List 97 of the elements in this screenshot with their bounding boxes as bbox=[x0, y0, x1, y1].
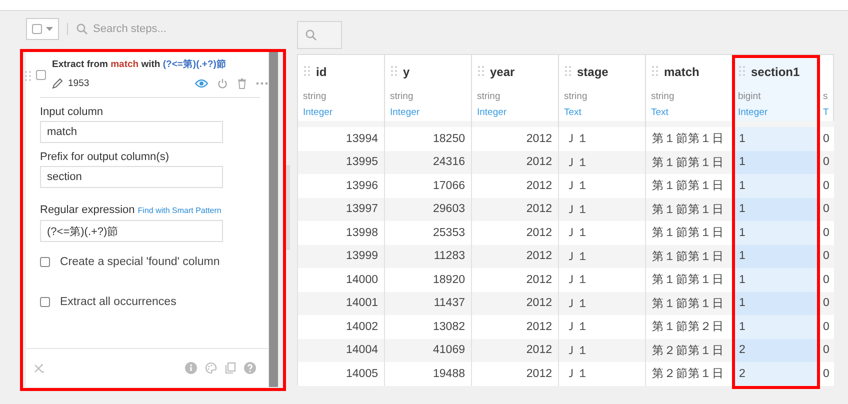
table-cell: 18250 bbox=[384, 127, 472, 150]
field-label: Regular expression bbox=[40, 204, 135, 216]
table-cell: 2 bbox=[732, 362, 820, 386]
table-cell: Ｊ１ bbox=[558, 268, 646, 292]
column-header[interactable]: y bbox=[403, 65, 410, 79]
table-cell: 0 bbox=[820, 362, 834, 386]
table-cell: 25353 bbox=[384, 221, 472, 244]
table-cell: 41069 bbox=[384, 338, 472, 362]
table-cell: 19488 bbox=[384, 362, 472, 386]
table-cell: 第１節第１日 bbox=[646, 268, 732, 292]
text-field[interactable]: section bbox=[40, 166, 223, 188]
table-cell: 1 bbox=[732, 150, 820, 174]
table-cell: Ｊ１ bbox=[558, 362, 646, 386]
table-cell: 14001 bbox=[298, 292, 384, 315]
table-cell: 2012 bbox=[472, 127, 558, 150]
table-cell: 24316 bbox=[384, 150, 472, 174]
storage-type: string bbox=[390, 91, 414, 102]
table-cell: 13994 bbox=[298, 127, 384, 150]
table-cell: 18920 bbox=[384, 268, 472, 292]
table-cell: Ｊ１ bbox=[558, 198, 646, 221]
table-cell: 1 bbox=[732, 244, 820, 268]
table-cell: 第１節第１日 bbox=[646, 174, 732, 198]
table-cell: 1 bbox=[732, 268, 820, 292]
table-cell: 13996 bbox=[298, 174, 384, 198]
column-header[interactable]: id bbox=[316, 65, 327, 79]
checkbox-label: Extract all occurrences bbox=[60, 296, 176, 308]
table-cell: 11283 bbox=[384, 244, 472, 268]
table-cell: 第１節第１日 bbox=[646, 292, 732, 315]
storage-type: s bbox=[823, 91, 829, 102]
table-cell: Ｊ１ bbox=[558, 315, 646, 338]
table-cell: 1 bbox=[732, 221, 820, 244]
table-cell: 0 bbox=[820, 315, 834, 338]
table-cell: 第１節第１日 bbox=[646, 221, 732, 244]
field-label: Prefix for output column(s) bbox=[40, 151, 169, 163]
table-cell: 13995 bbox=[298, 150, 384, 174]
table-cell: 13082 bbox=[384, 315, 472, 338]
table-cell: 1 bbox=[732, 292, 820, 315]
table-cell: 第２節第１日 bbox=[646, 362, 732, 386]
table-cell: Ｊ１ bbox=[558, 174, 646, 198]
table-cell: 1 bbox=[732, 198, 820, 221]
search-steps-field[interactable]: Search steps... bbox=[76, 23, 243, 35]
table-cell: 13998 bbox=[298, 221, 384, 244]
table-cell: 2012 bbox=[472, 150, 558, 174]
storage-type: bigint bbox=[738, 91, 762, 102]
table-cell: Ｊ１ bbox=[558, 150, 646, 174]
table-cell: 1 bbox=[732, 315, 820, 338]
table-cell: 14000 bbox=[298, 268, 384, 292]
text-field[interactable]: match bbox=[40, 121, 223, 143]
table-cell: 2012 bbox=[472, 244, 558, 268]
field-label: Input column bbox=[40, 106, 103, 118]
table-cell: Ｊ１ bbox=[558, 127, 646, 150]
storage-type: string bbox=[564, 91, 588, 102]
table-cell: 1 bbox=[732, 127, 820, 150]
table-cell: 2012 bbox=[472, 362, 558, 386]
table-cell: 0 bbox=[820, 127, 834, 150]
table-cell: 14004 bbox=[298, 338, 384, 362]
storage-type: string bbox=[303, 91, 328, 102]
storage-type: string bbox=[651, 91, 676, 102]
table-cell: Ｊ１ bbox=[558, 292, 646, 315]
column-header[interactable]: year bbox=[490, 65, 515, 79]
table-cell: 2012 bbox=[472, 292, 558, 315]
table-cell: 29603 bbox=[384, 198, 472, 221]
table-cell: Ｊ１ bbox=[558, 338, 646, 362]
table-cell: 第１節第１日 bbox=[646, 244, 732, 268]
table-cell: 第１節第２日 bbox=[646, 315, 732, 338]
table-cell: 13999 bbox=[298, 244, 384, 268]
table-cell: Ｊ１ bbox=[558, 244, 646, 268]
table-cell: 0 bbox=[820, 221, 834, 244]
table-cell: 14002 bbox=[298, 315, 384, 338]
table-cell: 2012 bbox=[472, 174, 558, 198]
table-cell: 第１節第１日 bbox=[646, 198, 732, 221]
table-cell: 第１節第１日 bbox=[646, 150, 732, 174]
checkbox-label: Create a special 'found' column bbox=[60, 256, 220, 268]
step-comment: 1953 bbox=[68, 78, 90, 89]
table-cell: 0 bbox=[820, 268, 834, 292]
table-cell: 11437 bbox=[384, 292, 472, 315]
table-cell: 2012 bbox=[472, 221, 558, 244]
column-header[interactable]: section1 bbox=[751, 65, 800, 79]
table-cell: 2012 bbox=[472, 338, 558, 362]
table-cell: 13997 bbox=[298, 198, 384, 221]
table-cell: 1 bbox=[732, 174, 820, 198]
table-cell: 2012 bbox=[472, 268, 558, 292]
table-cell: 第１節第１日 bbox=[646, 127, 732, 150]
column-header[interactable]: stage bbox=[577, 65, 608, 79]
column-header[interactable]: match bbox=[664, 65, 700, 79]
table-cell: 2 bbox=[732, 338, 820, 362]
table-cell: 2012 bbox=[472, 198, 558, 221]
table-cell: 17066 bbox=[384, 174, 472, 198]
smart-pattern-link[interactable]: Find with Smart Pattern bbox=[138, 206, 222, 215]
table-cell: 2012 bbox=[472, 315, 558, 338]
table-cell: 第２節第１日 bbox=[646, 338, 732, 362]
step-title: Extract from match with (?<=第)(.+?)節 bbox=[52, 58, 228, 72]
text-field[interactable]: (?<=第)(.+?)節 bbox=[40, 220, 223, 242]
table-cell: 14005 bbox=[298, 362, 384, 386]
storage-type: string bbox=[477, 91, 502, 102]
table-cell: Ｊ１ bbox=[558, 221, 646, 244]
table-cell: 0 bbox=[820, 174, 834, 198]
